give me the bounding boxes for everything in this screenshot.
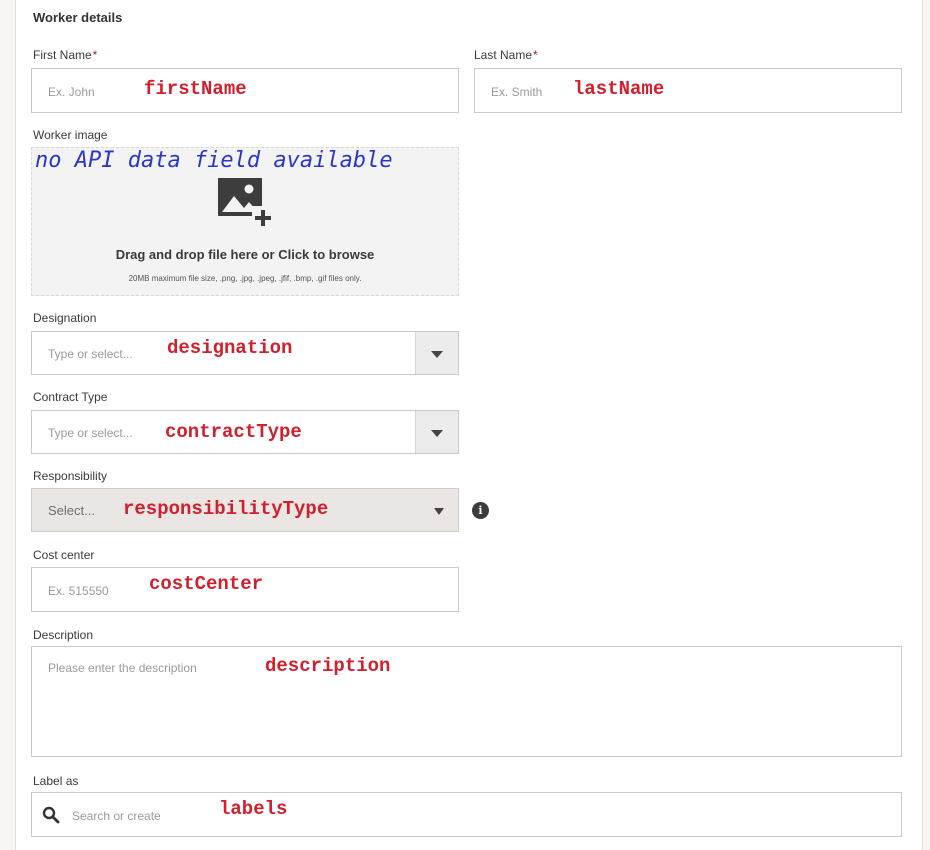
- first-name-placeholder: Ex. John: [48, 85, 95, 99]
- image-dropzone[interactable]: no API data field available Drag and dro…: [31, 147, 459, 296]
- search-icon: [42, 806, 60, 829]
- chevron-down-icon: [431, 351, 443, 358]
- dropzone-instruction: Drag and drop file here or Click to brow…: [115, 247, 375, 262]
- chevron-down-icon[interactable]: [434, 508, 444, 515]
- worker-details-panel: Worker details First Name* Ex. John firs…: [15, 0, 923, 850]
- first-name-label: First Name*: [33, 48, 97, 62]
- chevron-down-icon: [431, 430, 443, 437]
- responsibility-annotation: responsibilityType: [123, 498, 329, 520]
- designation-label: Designation: [33, 311, 97, 325]
- label-as-label: Label as: [33, 774, 79, 788]
- contract-type-annotation: contractType: [165, 421, 302, 443]
- description-annotation: description: [265, 655, 391, 677]
- required-marker: *: [533, 48, 538, 62]
- designation-annotation: designation: [167, 337, 293, 359]
- responsibility-select[interactable]: Select... responsibilityType: [31, 488, 459, 532]
- last-name-annotation: lastName: [573, 78, 665, 100]
- labels-search-input[interactable]: Search or create labels: [31, 792, 902, 837]
- designation-select[interactable]: Type or select... designation: [31, 331, 459, 375]
- required-marker: *: [92, 48, 98, 62]
- contract-type-placeholder: Type or select...: [48, 426, 133, 440]
- first-name-input[interactable]: Ex. John firstName: [31, 68, 459, 113]
- last-name-label-text: Last Name: [474, 48, 533, 62]
- first-name-label-text: First Name: [33, 48, 92, 62]
- info-icon[interactable]: i: [472, 502, 489, 519]
- section-title: Worker details: [33, 10, 123, 25]
- contract-type-dropdown-button[interactable]: [415, 411, 458, 453]
- responsibility-placeholder: Select...: [48, 503, 95, 518]
- last-name-label: Last Name*: [474, 48, 538, 62]
- description-label: Description: [33, 628, 94, 642]
- last-name-input[interactable]: Ex. Smith lastName: [474, 68, 902, 113]
- designation-dropdown-button[interactable]: [415, 332, 458, 374]
- description-placeholder: Please enter the description: [48, 661, 197, 675]
- designation-placeholder: Type or select...: [48, 347, 133, 361]
- contract-type-select[interactable]: Type or select... contractType: [31, 410, 459, 454]
- contract-type-label: Contract Type: [33, 390, 108, 404]
- worker-image-annotation: no API data field available: [35, 148, 393, 173]
- responsibility-label: Responsibility: [33, 469, 108, 483]
- cost-center-label: Cost center: [33, 548, 95, 562]
- first-name-annotation: firstName: [144, 78, 247, 100]
- labels-placeholder: Search or create: [72, 809, 161, 823]
- image-add-icon: [218, 178, 274, 233]
- cost-center-input[interactable]: Ex. 515550 costCenter: [31, 567, 459, 612]
- cost-center-annotation: costCenter: [149, 573, 264, 595]
- worker-image-label: Worker image: [33, 128, 108, 142]
- cost-center-placeholder: Ex. 515550: [48, 584, 109, 598]
- labels-annotation: labels: [219, 798, 288, 820]
- dropzone-limits: 20MB maximum file size, .png, .jpg, .jpe…: [128, 274, 362, 283]
- description-textarea[interactable]: Please enter the description description: [31, 646, 902, 757]
- last-name-placeholder: Ex. Smith: [491, 85, 543, 99]
